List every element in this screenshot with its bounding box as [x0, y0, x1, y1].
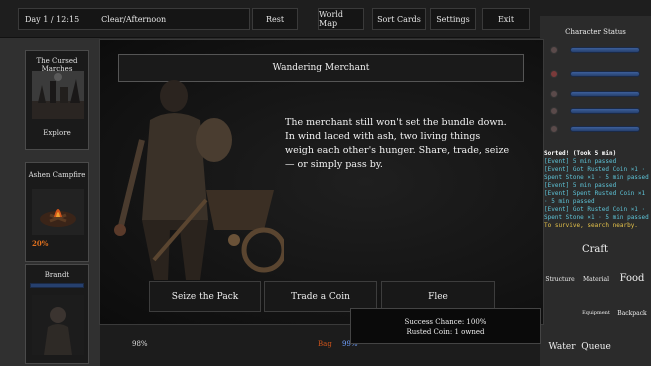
log-line: [Event] 5 min passed [544, 158, 617, 165]
stat-bar [570, 47, 640, 53]
heart-icon [550, 46, 558, 54]
thirst-icon [550, 90, 558, 98]
character-portrait [32, 295, 84, 355]
bag-label[interactable]: Bag [318, 340, 332, 348]
dialog-text: The merchant still won't set the bundle … [285, 117, 510, 170]
left-card-column: The Cursed Marches Explore Ashen Campfir… [0, 38, 100, 366]
world-map-button[interactable]: World Map [318, 8, 364, 30]
event-log: Sorted! (Took 5 min) [Event] 5 min passe… [540, 150, 651, 235]
character-name: Brandt [44, 271, 70, 279]
stat-bar [570, 108, 640, 114]
merchant-portrait [114, 80, 287, 280]
event-dialog: Wandering Merchant The merchant still wo… [99, 39, 544, 325]
explore-label: Explore [43, 129, 71, 137]
trade-tooltip: Success Chance: 100% Rusted Coin: 1 owne… [350, 308, 541, 344]
log-line: [Event] Spent Rusted Coin ×1 · 5 min pas… [544, 190, 646, 205]
character-card[interactable]: Brandt [25, 264, 89, 364]
craft-material-tab[interactable]: Material [578, 276, 614, 283]
dialog-title: Wandering Merchant [118, 54, 524, 82]
stat-row-hunger [550, 68, 645, 80]
craft-equipment-tab[interactable]: Equipment [578, 310, 614, 316]
log-line: [Event] 5 min passed [544, 182, 617, 189]
stat-bar [570, 91, 640, 97]
sanity-icon [550, 107, 558, 115]
stamina-icon [550, 125, 558, 133]
location-card[interactable]: The Cursed Marches Explore [25, 50, 89, 150]
stat-bar [570, 71, 640, 77]
campfire-card[interactable]: Ashen Campfire 20% [25, 162, 89, 262]
craft-water-tab[interactable]: Water [542, 342, 582, 352]
time-weather-box: Day 1 / 12:15 Clear/Afternoon [18, 8, 250, 30]
craft-backpack-tab[interactable]: Backpack [614, 310, 650, 317]
craft-food-tab[interactable]: Food [614, 273, 650, 284]
rest-button[interactable]: Rest [252, 8, 298, 30]
log-header: Sorted! (Took 5 min) [544, 150, 617, 157]
success-chance: Success Chance: 100% [404, 318, 487, 326]
log-hint: To survive, search nearby. [544, 222, 638, 229]
character-status-title: Character Status [565, 28, 626, 36]
stat-row-stamina [550, 123, 645, 135]
location-image [32, 71, 84, 119]
campfire-card-title: Ashen Campfire [28, 171, 86, 179]
day-time-label: Day 1 / 12:15 [25, 14, 80, 24]
stat-bar [570, 126, 640, 132]
seize-pack-button[interactable]: Seize the Pack [149, 281, 261, 312]
weather-label: Clear/Afternoon [101, 14, 167, 24]
stat-row-thirst [550, 88, 645, 100]
craft-structure-tab[interactable]: Structure [542, 276, 578, 283]
settings-button[interactable]: Settings [430, 8, 476, 30]
craft-title: Craft [581, 244, 609, 255]
log-line: [Event] Got Rusted Coin ×1 · Spent Stone… [544, 206, 649, 221]
log-line: [Event] Got Rusted Coin ×1 · Spent Stone… [544, 166, 649, 181]
craft-queue-tab[interactable]: Queue [578, 342, 614, 352]
exit-button[interactable]: Exit [482, 8, 530, 30]
campfire-percent: 20% [32, 239, 49, 248]
campfire-image [32, 189, 84, 235]
bottom-percent-left: 98% [132, 340, 148, 348]
stat-row-health [550, 44, 645, 56]
sort-cards-button[interactable]: Sort Cards [372, 8, 426, 30]
coin-owned: Rusted Coin: 1 owned [406, 328, 485, 336]
hunger-icon [550, 70, 558, 78]
stat-row-sanity [550, 105, 645, 117]
craft-panel: Craft Structure Material Food Equipment … [540, 240, 651, 366]
character-health-bar [30, 283, 84, 288]
